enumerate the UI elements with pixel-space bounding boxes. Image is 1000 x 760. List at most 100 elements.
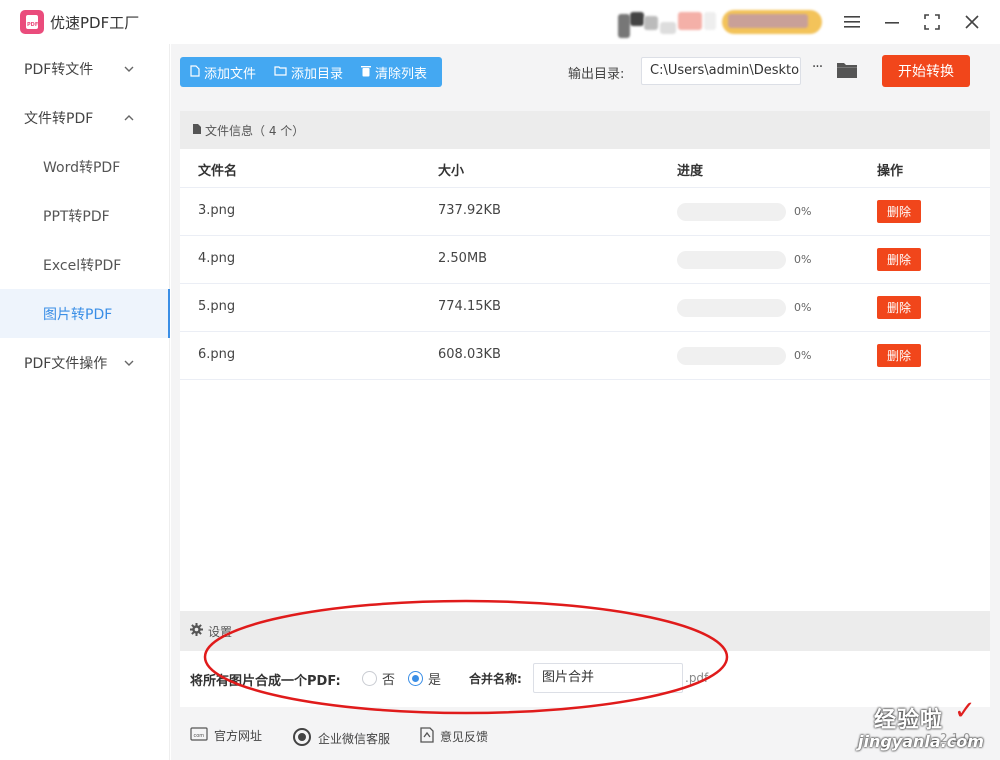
add-folder-button[interactable]: 添加目录 (264, 57, 351, 87)
maximize-icon[interactable] (920, 10, 944, 34)
sidebar-item-file-to-pdf[interactable]: 文件转PDF (0, 93, 170, 142)
add-file-button[interactable]: 添加文件 (180, 57, 264, 87)
app-title: 优速PDF工厂 (50, 14, 140, 32)
sidebar-item-label: Excel转PDF (43, 257, 122, 274)
folder-outline-icon (274, 65, 287, 79)
table-row: 6.png 608.03KB 0% 删除 (180, 331, 990, 379)
user-account-area[interactable] (618, 10, 822, 40)
table-header: 文件名 大小 进度 操作 (180, 149, 990, 187)
open-folder-icon[interactable] (836, 61, 858, 81)
sidebar-item-label: 图片转PDF (43, 306, 113, 323)
progress-percent: 0% (794, 349, 812, 362)
file-size: 608.03KB (438, 347, 501, 362)
clear-list-label: 清除列表 (375, 66, 428, 82)
column-header-progress: 进度 (677, 164, 704, 179)
delete-button[interactable]: 删除 (877, 248, 921, 271)
sidebar-item-word-to-pdf[interactable]: Word转PDF (0, 142, 170, 191)
delete-button[interactable]: 删除 (877, 344, 921, 367)
table-row: 4.png 2.50MB 0% 删除 (180, 235, 990, 283)
chevron-down-icon (124, 62, 134, 75)
feedback-link[interactable]: 意见反馈 (420, 727, 488, 746)
output-dir-input[interactable]: C:\Users\admin\Deskto (641, 57, 801, 85)
progress-percent: 0% (794, 301, 812, 314)
feedback-icon (420, 727, 434, 746)
add-file-label: 添加文件 (204, 66, 257, 82)
add-folder-label: 添加目录 (291, 66, 344, 82)
delete-button[interactable]: 删除 (877, 296, 921, 319)
app-window: PDF 优速PDF工厂 PDF转文件 文件转PDF Word转PDF PPT转P… (0, 0, 1000, 760)
main-panel: 添加文件 添加目录 清除列表 输出目录: C:\Users\admin\Desk… (171, 44, 1000, 760)
sidebar-item-pdf-operations[interactable]: PDF文件操作 (0, 338, 170, 387)
title-bar: PDF 优速PDF工厂 (0, 0, 1000, 44)
document-icon (192, 123, 202, 138)
radio-circle (362, 671, 377, 686)
merge-option-no-radio[interactable]: 否 (362, 669, 395, 688)
sidebar-item-excel-to-pdf[interactable]: Excel转PDF (0, 240, 170, 289)
version-label: 2.1.0 (940, 731, 971, 745)
delete-button[interactable]: 删除 (877, 200, 921, 223)
file-size: 737.92KB (438, 203, 501, 218)
sidebar-item-label: PDF文件操作 (24, 355, 108, 372)
radio-label: 是 (428, 673, 442, 688)
close-icon[interactable] (960, 10, 984, 34)
progress-percent: 0% (794, 253, 812, 266)
progress-bar (677, 251, 786, 269)
sidebar-item-label: PPT转PDF (43, 208, 110, 225)
website-label: 官方网址 (214, 729, 263, 743)
clear-list-button[interactable]: 清除列表 (351, 57, 435, 87)
merge-name-input[interactable]: 图片合并 (533, 663, 683, 693)
progress-percent: 0% (794, 205, 812, 218)
file-info-title: 文件信息（ 4 个） (205, 123, 305, 138)
settings-title: 设置 (208, 624, 233, 639)
sidebar-item-label: Word转PDF (43, 159, 121, 176)
gear-icon (190, 622, 203, 640)
chevron-up-icon (124, 111, 134, 124)
website-icon: com (190, 727, 208, 744)
file-info-header: 文件信息（ 4 个） (180, 111, 990, 149)
more-options-button[interactable]: ··· (807, 59, 827, 81)
output-dir-label: 输出目录: (568, 67, 625, 82)
minimize-icon[interactable] (880, 10, 904, 34)
official-website-link[interactable]: com 官方网址 (190, 727, 262, 744)
radio-label: 否 (382, 673, 396, 688)
file-size: 2.50MB (438, 251, 488, 266)
menu-icon[interactable] (840, 10, 864, 34)
progress-bar (677, 203, 786, 221)
settings-header: 设置 (180, 611, 990, 651)
start-convert-button[interactable]: 开始转换 (882, 55, 970, 87)
sidebar-item-ppt-to-pdf[interactable]: PPT转PDF (0, 191, 170, 240)
merge-name-label: 合并名称: (469, 672, 522, 686)
file-name: 6.png (198, 347, 236, 362)
file-list-panel: 文件信息（ 4 个） 文件名 大小 进度 操作 3.png 737.92KB 0… (180, 111, 990, 611)
progress-bar (677, 347, 786, 365)
sidebar-item-pdf-to-file[interactable]: PDF转文件 (0, 44, 170, 93)
radio-circle (408, 671, 423, 686)
file-name: 3.png (198, 203, 236, 218)
file-size: 774.15KB (438, 299, 501, 314)
wechat-label: 企业微信客服 (318, 732, 391, 746)
svg-text:com: com (194, 733, 205, 739)
sidebar-item-label: PDF转文件 (24, 61, 94, 78)
column-header-filename: 文件名 (198, 164, 238, 179)
column-header-action: 操作 (877, 164, 904, 179)
trash-icon (361, 65, 372, 80)
chat-icon (292, 727, 312, 750)
toolbar-button-group: 添加文件 添加目录 清除列表 (180, 57, 442, 87)
pdf-extension-label: .pdf (685, 671, 709, 685)
table-bottom-border (180, 379, 990, 380)
file-name: 5.png (198, 299, 236, 314)
chevron-down-icon (124, 356, 134, 369)
table-row: 3.png 737.92KB 0% 删除 (180, 187, 990, 235)
feedback-label: 意见反馈 (440, 730, 489, 744)
merge-pdf-label: 将所有图片合成一个PDF: (190, 674, 341, 689)
progress-bar (677, 299, 786, 317)
sidebar-item-image-to-pdf[interactable]: 图片转PDF (0, 289, 170, 338)
settings-body: 将所有图片合成一个PDF: 否 是 合并名称: 图片合并 .pdf (180, 651, 990, 707)
sidebar: PDF转文件 文件转PDF Word转PDF PPT转PDF Excel转PDF… (0, 44, 170, 760)
footer: com 官方网址 企业微信客服 意见反馈 2.1.0 (180, 713, 990, 760)
file-icon (190, 64, 200, 80)
wechat-service-link[interactable]: 企业微信客服 (292, 727, 390, 750)
merge-option-yes-radio[interactable]: 是 (408, 669, 441, 688)
app-logo-icon: PDF (20, 10, 44, 34)
sidebar-item-label: 文件转PDF (24, 110, 94, 127)
